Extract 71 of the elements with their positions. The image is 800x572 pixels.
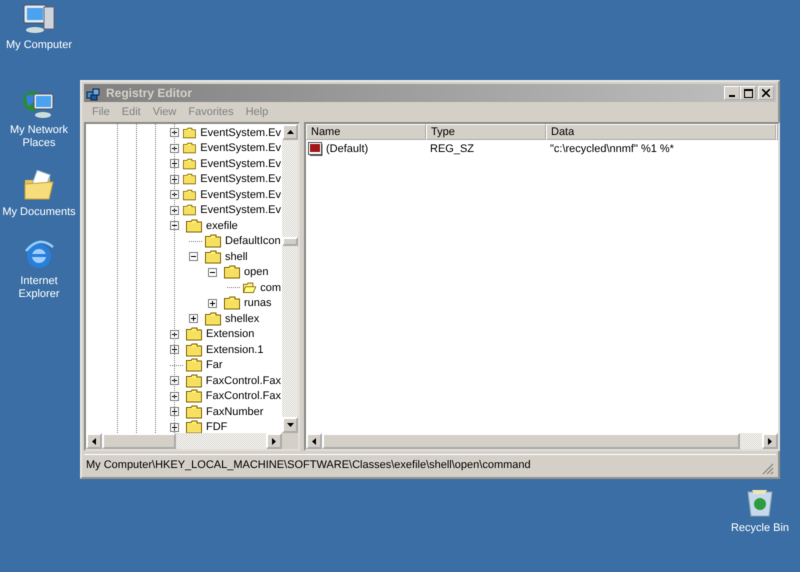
column-header[interactable]: Type [426, 124, 546, 140]
right-arrow-icon [768, 438, 772, 444]
tree-node-label[interactable]: EventSystem.Ev [199, 188, 282, 201]
down-arrow-icon [286, 423, 294, 427]
tree-node-label[interactable]: exefile [205, 220, 239, 232]
column-header[interactable]: Data [546, 124, 776, 140]
close-button[interactable] [758, 86, 774, 100]
tree-node-label[interactable]: Extension [205, 328, 256, 340]
desktop-icon-label[interactable]: My Network Places [10, 124, 68, 150]
plus-icon[interactable] [170, 128, 179, 138]
tree-node-label[interactable]: FaxControl.Fax [204, 374, 282, 387]
window-title: Registry Editor [106, 86, 194, 100]
tree-node-label[interactable]: DefaultIcon [224, 235, 282, 248]
plus-icon[interactable] [170, 159, 179, 168]
desktop-icon-label[interactable]: My Computer [6, 39, 72, 52]
left-arrow-icon [92, 438, 96, 444]
close-icon [762, 89, 770, 97]
network-computer-icon[interactable] [22, 88, 56, 120]
column-header[interactable]: Name [306, 124, 426, 140]
plus-icon[interactable] [189, 314, 198, 324]
tree-node-label[interactable]: EventSystem.Ev [199, 142, 282, 154]
tree-node-label[interactable]: open [243, 266, 270, 278]
vertical-scrollbar[interactable] [282, 124, 298, 433]
plus-icon[interactable] [170, 407, 179, 416]
maximize-icon [744, 88, 752, 98]
left-arrow-icon [312, 438, 316, 444]
plus-icon[interactable] [170, 376, 179, 386]
desktop-icon-label[interactable]: Recycle Bin [730, 522, 790, 535]
tree-node-label[interactable]: runas [243, 297, 273, 310]
up-arrow-icon [286, 130, 294, 134]
maximize-button[interactable] [740, 86, 756, 100]
tree-node-label[interactable]: Far [205, 359, 224, 372]
tree-node-label[interactable]: EventSystem.Ev [199, 158, 282, 170]
desktop-icon-label[interactable]: Internet Explorer [18, 275, 60, 301]
string-value-icon [308, 142, 324, 156]
plus-icon[interactable] [170, 206, 179, 215]
tree-node-label[interactable]: EventSystem.Ev [199, 126, 282, 139]
tree-node-label[interactable]: EventSystem.Ev [199, 204, 282, 216]
minimize-button[interactable] [724, 86, 740, 100]
plus-icon[interactable] [170, 422, 179, 432]
tree-node-label[interactable]: FaxControl.Fax [204, 390, 282, 402]
folder-icon[interactable] [22, 170, 56, 202]
tree-node-label[interactable]: FaxNumber [205, 406, 264, 418]
minus-icon[interactable] [208, 268, 217, 277]
minus-icon[interactable] [189, 252, 198, 262]
value-data: "c:\recycled\nnmf" %1 %* [550, 143, 674, 155]
right-arrow-icon [272, 438, 276, 444]
plus-icon[interactable] [208, 298, 217, 308]
key-path: My Computer\HKEY_LOCAL_MACHINE\SOFTWARE\Classes\exefile\shell\open\command [85, 459, 532, 471]
plus-icon[interactable] [170, 144, 179, 153]
tree-node-label[interactable]: EventSystem.Ev [199, 173, 282, 186]
computer-icon[interactable] [22, 3, 56, 35]
resize-grip-icon[interactable] [762, 463, 774, 475]
scrollbar-corner [282, 433, 298, 449]
value-name[interactable]: (Default) [326, 143, 368, 155]
horizontal-scrollbar[interactable] [86, 433, 298, 449]
tree-node-label[interactable]: shellex [224, 312, 260, 325]
tree-node-label[interactable]: Extension.1 [205, 344, 264, 356]
browser-e-icon[interactable] [22, 239, 56, 271]
tree-node-label[interactable]: FDF [205, 421, 228, 433]
horizontal-scrollbar[interactable] [306, 433, 778, 449]
plus-icon[interactable] [170, 174, 179, 184]
plus-icon[interactable] [170, 190, 179, 200]
plus-icon[interactable] [170, 330, 179, 339]
plus-icon[interactable] [170, 392, 179, 401]
scroll-thumb[interactable] [282, 237, 298, 246]
value-type: REG_SZ [430, 143, 474, 155]
desktop-icon-label[interactable]: My Documents [2, 206, 76, 219]
plus-icon[interactable] [170, 345, 179, 354]
tree-node-label[interactable]: shell [224, 250, 249, 263]
minus-icon[interactable] [170, 221, 179, 230]
